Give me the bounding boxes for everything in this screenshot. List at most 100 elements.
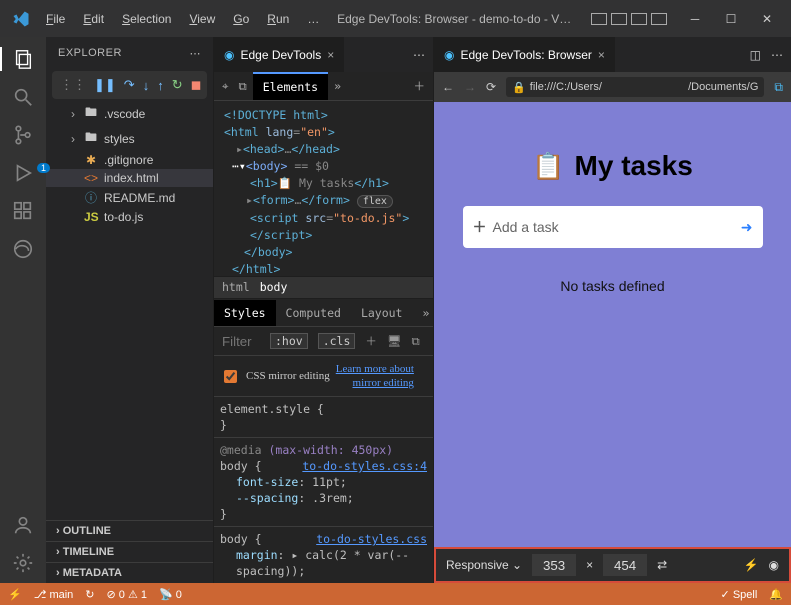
crumb-body[interactable]: body	[260, 280, 288, 294]
file-gitignore[interactable]: ✱.gitignore	[46, 151, 213, 169]
device-height-input[interactable]	[603, 554, 647, 576]
menu-run[interactable]: Run	[259, 8, 297, 30]
edge-icon: ◉	[444, 48, 454, 62]
debug-step-out-icon[interactable]: ↑	[157, 78, 164, 93]
window-close[interactable]: ✕	[749, 5, 785, 33]
debug-toolbar[interactable]: ⋮⋮ ❚❚ ↷ ↓ ↑ ↻ ◼	[52, 71, 207, 99]
problems-indicator[interactable]: ⊘ 0 ⚠ 1	[107, 588, 148, 601]
close-icon[interactable]: ×	[598, 48, 605, 62]
activity-scm-icon[interactable]	[11, 123, 35, 147]
tab-browser[interactable]: ◉Edge DevTools: Browser×	[434, 37, 616, 72]
device-em-icon[interactable]: 🖥	[387, 334, 402, 348]
split-icon[interactable]: ◫	[750, 48, 761, 62]
mirror-link[interactable]: Learn more about	[336, 363, 414, 375]
device-mode-select[interactable]: Responsive ⌄	[446, 558, 522, 572]
explorer-title: EXPLORER	[58, 47, 122, 59]
device-width-input[interactable]	[532, 554, 576, 576]
activity-explorer-icon[interactable]	[11, 47, 35, 71]
explorer-more-icon[interactable]: ⋯	[190, 47, 202, 60]
wand-icon[interactable]: ⚡	[744, 558, 759, 572]
menu-go[interactable]: Go	[225, 8, 257, 30]
rotate-icon[interactable]: ⇄	[657, 558, 667, 572]
page-viewport: 📋 My tasks ＋ Add a task ➜ No tasks defined	[434, 102, 791, 547]
branch-indicator[interactable]: ⎇ main	[34, 588, 74, 601]
section-metadata[interactable]: › METADATA	[46, 562, 213, 583]
sync-icon[interactable]: ↻	[85, 588, 94, 601]
open-devtools-icon[interactable]: ⧉	[774, 80, 783, 95]
styles-more-icon[interactable]: »	[412, 300, 433, 326]
section-outline[interactable]: › OUTLINE	[46, 520, 213, 541]
url-bar[interactable]: 🔒file:///C:/Users//Documents/G	[506, 77, 764, 97]
close-icon[interactable]: ×	[327, 48, 334, 62]
edge-icon: ◉	[224, 48, 234, 62]
menu-more[interactable]: …	[299, 8, 327, 30]
crumb-html[interactable]: html	[222, 280, 250, 294]
activity-debug-icon[interactable]: 1	[11, 161, 35, 185]
inspect-icon[interactable]: ⌖	[218, 79, 232, 94]
no-tasks-text: No tasks defined	[560, 278, 664, 294]
menu-view[interactable]: View	[181, 8, 223, 30]
activity-edge-icon[interactable]	[11, 237, 35, 261]
new-rule-icon[interactable]: ＋	[365, 333, 377, 349]
styles-tab[interactable]: Styles	[214, 300, 276, 326]
activity-extensions-icon[interactable]	[11, 199, 35, 223]
forward-icon[interactable]: →	[464, 80, 476, 94]
file-index-html[interactable]: <>index.html	[46, 169, 213, 187]
add-task-placeholder[interactable]: Add a task	[493, 219, 559, 235]
debug-badge: 1	[37, 163, 50, 173]
debug-restart-icon[interactable]: ↻	[172, 77, 183, 93]
debug-step-into-icon[interactable]: ↓	[143, 78, 150, 93]
add-task-form[interactable]: ＋ Add a task ➜	[463, 206, 763, 248]
layout-presets[interactable]	[591, 13, 667, 25]
activity-account-icon[interactable]	[11, 513, 35, 537]
css-link2[interactable]: to-do-styles.css	[316, 531, 427, 547]
menu-edit[interactable]: Edit	[75, 8, 112, 30]
debug-pause-icon[interactable]: ❚❚	[94, 77, 116, 93]
dom-tree[interactable]: <!DOCTYPE html> <html lang="en"> ▸<head>…	[214, 101, 433, 276]
file-vscode[interactable]: ›🖿.vscode	[46, 101, 213, 126]
vscode-logo	[12, 10, 30, 28]
activity-settings-icon[interactable]	[11, 551, 35, 575]
tab-more-icon[interactable]: ⋯	[771, 48, 783, 62]
more-tabs-icon[interactable]: »	[330, 79, 345, 93]
styles-pane[interactable]: element.style { } @media (max-width: 450…	[214, 397, 433, 583]
computed-tab[interactable]: Computed	[276, 300, 351, 326]
tab-devtools[interactable]: ◉Edge DevTools×	[214, 37, 345, 72]
debug-step-over-icon[interactable]: ↷	[124, 77, 135, 93]
ports-indicator[interactable]: 📡 0	[159, 588, 182, 601]
add-tab-icon[interactable]: ＋	[410, 78, 430, 94]
elements-tab[interactable]: Elements	[253, 72, 328, 100]
menu-selection[interactable]: Selection	[114, 8, 179, 30]
file-todo-js[interactable]: JSto-do.js	[46, 208, 213, 226]
back-icon[interactable]: ←	[442, 80, 454, 94]
file-readme[interactable]: ⓘREADME.md	[46, 187, 213, 208]
file-styles[interactable]: ›🖿styles	[46, 126, 213, 151]
cls-toggle[interactable]: .cls	[318, 333, 356, 349]
plus-icon: ＋	[473, 219, 487, 235]
menu-file[interactable]: FFileile	[38, 8, 73, 30]
activity-search-icon[interactable]	[11, 85, 35, 109]
window-minimize[interactable]: ─	[677, 5, 713, 33]
mirror-link2[interactable]: mirror editing	[353, 377, 414, 389]
clipboard-icon: 📋	[532, 151, 564, 182]
styles-filter-input[interactable]	[220, 333, 260, 350]
device-icon[interactable]: ⧉	[234, 79, 250, 94]
css-link[interactable]: to-do-styles.css:4	[302, 458, 427, 474]
tab-more-icon[interactable]: ⋯	[413, 48, 425, 62]
section-timeline[interactable]: › TIMELINE	[46, 541, 213, 562]
debug-drag-icon[interactable]: ⋮⋮	[60, 77, 86, 93]
remote-icon[interactable]: ⚡	[8, 588, 22, 601]
page-title: My tasks	[575, 150, 693, 182]
notifications-icon[interactable]: 🔔	[769, 588, 783, 601]
reload-icon[interactable]: ⟳	[486, 80, 496, 94]
copy-icon[interactable]: ⧉	[412, 334, 420, 349]
eye-icon[interactable]: ◉	[769, 558, 779, 572]
hov-toggle[interactable]: :hov	[270, 333, 308, 349]
spell-indicator[interactable]: ✓ Spell	[721, 588, 758, 601]
layout-tab[interactable]: Layout	[351, 300, 413, 326]
debug-stop-icon[interactable]: ◼	[191, 77, 202, 93]
mirror-checkbox[interactable]	[224, 370, 237, 383]
window-maximize[interactable]: ☐	[713, 5, 749, 33]
device-times: ×	[586, 558, 593, 572]
submit-icon[interactable]: ➜	[741, 219, 753, 236]
